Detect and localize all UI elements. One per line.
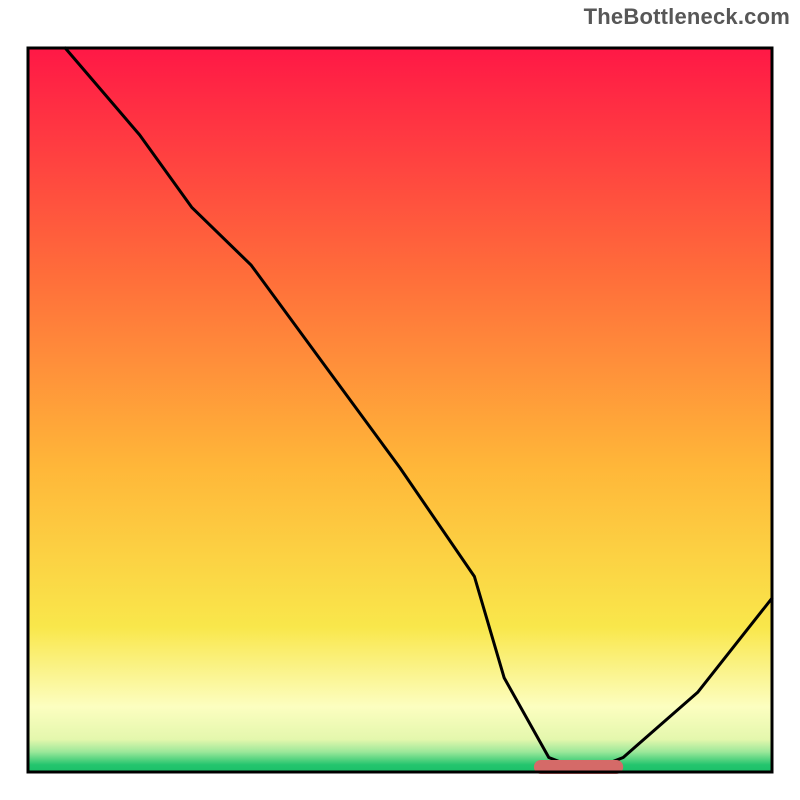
- bottleneck-chart: [10, 30, 790, 790]
- chart-container: TheBottleneck.com: [0, 0, 800, 800]
- chart-background: [28, 48, 772, 772]
- watermark-text: TheBottleneck.com: [584, 4, 790, 30]
